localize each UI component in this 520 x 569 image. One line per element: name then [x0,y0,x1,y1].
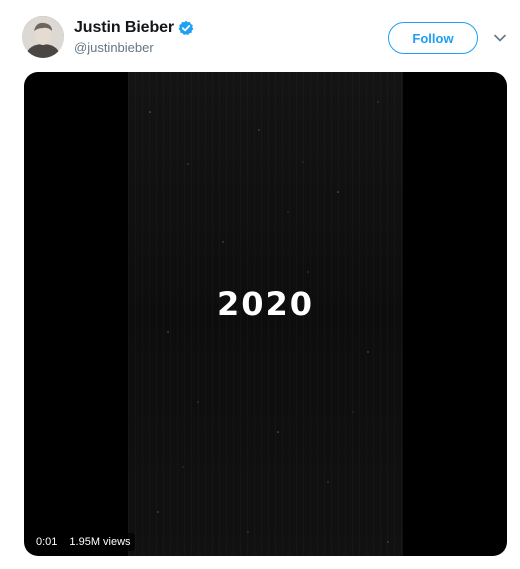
tweet-menu-button[interactable] [492,30,508,46]
user-handle[interactable]: @justinbieber [74,40,194,55]
playback-badges: 0:01 1.95M views [32,533,135,551]
video-timestamp: 0:01 [32,533,62,551]
follow-button[interactable]: Follow [388,22,478,54]
video-overlay-text: 2020 [216,285,315,323]
avatar[interactable] [22,16,64,58]
verified-check-icon [178,20,194,36]
tweet-header: Justin Bieber @justinbieber Follow [0,0,520,72]
chevron-down-icon [494,34,506,42]
display-name-row: Justin Bieber [74,18,194,38]
view-count: 1.95M views [65,533,135,551]
video-player[interactable]: 2020 0:01 1.95M views [24,72,507,556]
user-block[interactable]: Justin Bieber @justinbieber [74,18,194,55]
avatar-photo-icon [22,16,64,58]
display-name[interactable]: Justin Bieber [74,19,174,37]
